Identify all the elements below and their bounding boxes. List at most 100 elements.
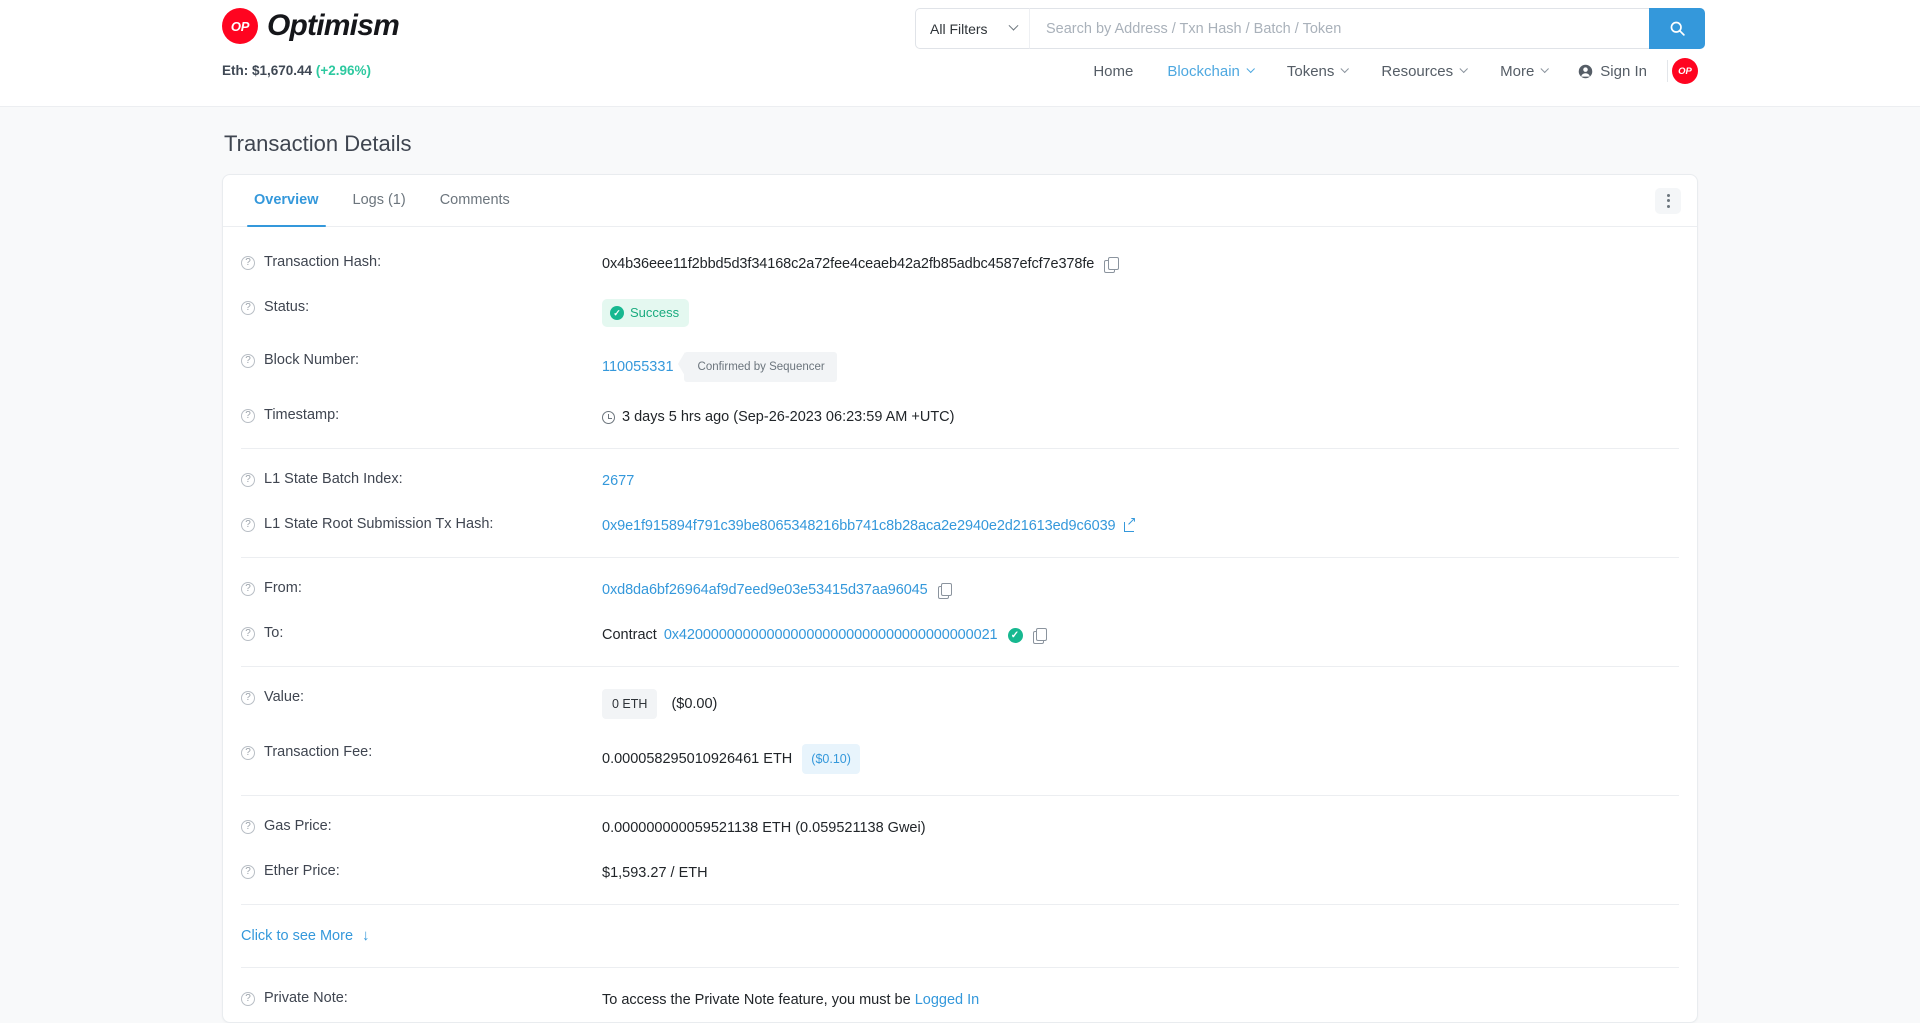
transaction-details-card: Overview Logs (1) Comments ? Transaction… bbox=[222, 174, 1698, 1023]
page-title: Transaction Details bbox=[224, 131, 412, 156]
card-tabs: Overview Logs (1) Comments bbox=[223, 175, 1697, 227]
section-divider bbox=[241, 666, 1679, 667]
label-text: Status: bbox=[264, 299, 310, 315]
help-icon[interactable]: ? bbox=[241, 409, 255, 423]
value-value: 0 ETH ($0.00) bbox=[602, 688, 1681, 719]
label-text: To: bbox=[264, 625, 284, 641]
row-block-number: ? Block Number: 110055331 Confirmed by S… bbox=[239, 339, 1681, 394]
brand-logo[interactable]: OP Optimism bbox=[222, 8, 400, 44]
tab-overview[interactable]: Overview bbox=[237, 175, 336, 227]
copy-icon[interactable] bbox=[1032, 628, 1047, 644]
label-l1-state-root-tx-hash: ? L1 State Root Submission Tx Hash: bbox=[239, 515, 602, 532]
label-text: Value: bbox=[264, 689, 305, 705]
row-transaction-fee: ? Transaction Fee: 0.000058295010926461 … bbox=[239, 731, 1681, 786]
arrow-down-icon: ↓ bbox=[362, 927, 370, 944]
label-text: L1 State Batch Index: bbox=[264, 471, 403, 487]
sign-in-button[interactable]: Sign In bbox=[1564, 63, 1663, 80]
help-icon[interactable]: ? bbox=[241, 354, 255, 368]
label-text: From: bbox=[264, 580, 302, 596]
eth-price-ticker: Eth: $1,670.44 (+2.96%) bbox=[222, 63, 371, 78]
see-more-label: Click to see More bbox=[241, 928, 354, 944]
contract-label: Contract bbox=[602, 627, 657, 643]
to-address-link[interactable]: 0x42000000000000000000000000000000000000… bbox=[664, 625, 998, 645]
value-l1-state-batch-index: 2677 bbox=[602, 470, 1681, 491]
label-gas-price: ? Gas Price: bbox=[239, 817, 602, 834]
sign-in-label: Sign In bbox=[1600, 62, 1647, 80]
label-timestamp: ? Timestamp: bbox=[239, 406, 602, 423]
from-address-link[interactable]: 0xd8da6bf26964af9d7eed9e03e53415d37aa960… bbox=[602, 580, 928, 600]
more-options-icon[interactable] bbox=[1655, 187, 1681, 214]
nav-item-more[interactable]: More bbox=[1483, 63, 1564, 80]
help-icon[interactable]: ? bbox=[241, 746, 255, 760]
eth-price-value: Eth: $1,670.44 bbox=[222, 63, 313, 78]
row-transaction-hash: ? Transaction Hash: 0x4b36eee11f2bbd5d3f… bbox=[239, 241, 1681, 286]
tab-logs-label: Logs (1) bbox=[352, 192, 406, 208]
sequencer-badge: Confirmed by Sequencer bbox=[677, 352, 837, 382]
batch-index-link[interactable]: 2677 bbox=[602, 471, 634, 491]
label-transaction-fee: ? Transaction Fee: bbox=[239, 743, 602, 760]
nav-label-home: Home bbox=[1093, 62, 1134, 80]
help-icon[interactable]: ? bbox=[241, 627, 255, 641]
row-from: ? From: 0xd8da6bf26964af9d7eed9e03e53415… bbox=[239, 567, 1681, 612]
block-number-link[interactable]: 110055331 bbox=[602, 357, 674, 377]
external-link-icon[interactable] bbox=[1123, 515, 1137, 532]
section-divider bbox=[241, 448, 1679, 449]
search-bar: All Filters bbox=[915, 8, 1705, 49]
help-icon[interactable]: ? bbox=[241, 256, 255, 270]
tab-logs[interactable]: Logs (1) bbox=[336, 175, 423, 226]
nav-item-home[interactable]: Home bbox=[1076, 63, 1150, 80]
help-icon[interactable]: ? bbox=[241, 691, 255, 705]
chevron-down-icon bbox=[1340, 64, 1350, 74]
help-icon[interactable]: ? bbox=[241, 865, 255, 879]
nav-item-resources[interactable]: Resources bbox=[1364, 63, 1483, 80]
brand-name: Optimism bbox=[267, 9, 400, 42]
copy-icon[interactable] bbox=[937, 583, 953, 599]
chevron-down-icon bbox=[1008, 20, 1019, 31]
help-icon[interactable]: ? bbox=[241, 301, 255, 315]
help-icon[interactable]: ? bbox=[241, 582, 255, 596]
value-ether-price: $1,593.27 / ETH bbox=[602, 865, 708, 881]
value-transaction-fee: 0.000058295010926461 ETH ($0.10) bbox=[602, 743, 1681, 774]
site-header: OP Optimism Eth: $1,670.44 (+2.96%) All … bbox=[0, 0, 1920, 107]
tab-comments[interactable]: Comments bbox=[423, 175, 527, 226]
help-icon[interactable]: ? bbox=[241, 992, 255, 1006]
row-to: ? To: Contract 0x42000000000000000000000… bbox=[239, 612, 1681, 657]
value-gas-price: 0.000000000059521138 ETH (0.059521138 Gw… bbox=[602, 820, 926, 836]
status-text: Success bbox=[630, 305, 680, 320]
card-body: ? Transaction Hash: 0x4b36eee11f2bbd5d3f… bbox=[223, 227, 1697, 1022]
nav-label-more: More bbox=[1500, 62, 1535, 80]
nav-item-tokens[interactable]: Tokens bbox=[1270, 63, 1365, 80]
nav-label-resources: Resources bbox=[1381, 62, 1454, 80]
label-private-note: ? Private Note: bbox=[239, 989, 602, 1006]
status-badge: ✓ Success bbox=[602, 299, 690, 327]
clock-icon bbox=[602, 410, 615, 424]
l1-state-root-tx-hash-link[interactable]: 0x9e1f915894f791c39be8065348216bb741c8b2… bbox=[602, 516, 1116, 536]
copy-icon[interactable] bbox=[1104, 257, 1119, 273]
row-private-note: ? Private Note: To access the Private No… bbox=[239, 977, 1681, 1022]
row-value: ? Value: 0 ETH ($0.00) bbox=[239, 676, 1681, 731]
value-to: Contract 0x42000000000000000000000000000… bbox=[602, 624, 1681, 645]
user-circle-icon bbox=[1579, 64, 1593, 78]
label-block-number: ? Block Number: bbox=[239, 351, 602, 368]
search-input[interactable] bbox=[1029, 8, 1649, 49]
row-l1-state-batch-index: ? L1 State Batch Index: 2677 bbox=[239, 458, 1681, 503]
chevron-down-icon bbox=[1540, 64, 1550, 74]
logged-in-link[interactable]: Logged In bbox=[915, 990, 980, 1010]
label-ether-price: ? Ether Price: bbox=[239, 862, 602, 879]
label-text: Transaction Fee: bbox=[264, 744, 373, 760]
search-button[interactable] bbox=[1649, 8, 1705, 49]
label-value: ? Value: bbox=[239, 688, 602, 705]
label-text: Gas Price: bbox=[264, 818, 332, 834]
help-icon[interactable]: ? bbox=[241, 518, 255, 532]
click-to-see-more-button[interactable]: Click to see More ↓ bbox=[239, 914, 1681, 958]
help-icon[interactable]: ? bbox=[241, 820, 255, 834]
check-circle-icon: ✓ bbox=[610, 306, 624, 320]
tab-comments-label: Comments bbox=[439, 192, 510, 208]
help-icon[interactable]: ? bbox=[241, 473, 255, 487]
all-filters-dropdown[interactable]: All Filters bbox=[915, 8, 1029, 49]
value-transaction-hash: 0x4b36eee11f2bbd5d3f34168c2a72fee4ceaeb4… bbox=[602, 253, 1681, 274]
row-gas-price: ? Gas Price: 0.000000000059521138 ETH (0… bbox=[239, 805, 1681, 850]
nav-item-blockchain[interactable]: Blockchain bbox=[1150, 63, 1270, 80]
label-from: ? From: bbox=[239, 579, 602, 596]
avatar[interactable]: OP bbox=[1672, 58, 1698, 84]
